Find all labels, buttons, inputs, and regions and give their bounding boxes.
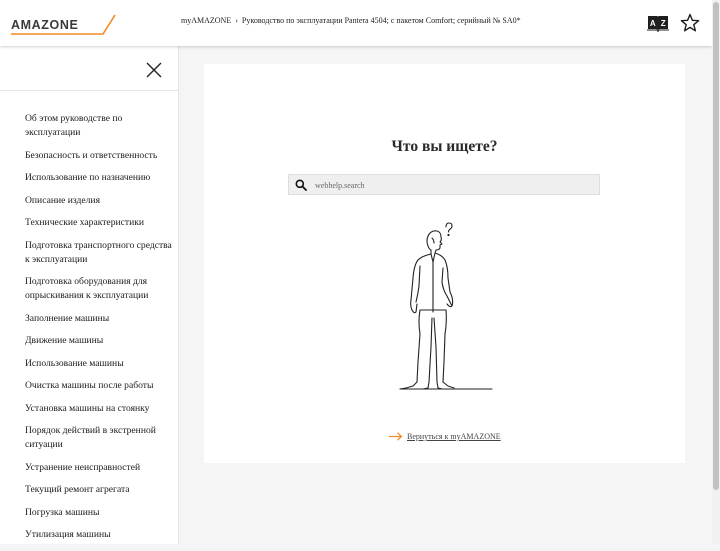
breadcrumb-current: Руководство по эксплуатации Pantera 4504… bbox=[241, 16, 521, 25]
sidebar-item-emergency[interactable]: Порядок действий в экстренной ситуации bbox=[25, 424, 173, 452]
sidebar-item-about-manual[interactable]: Об этом руководстве по эксплуатации bbox=[25, 112, 173, 140]
close-icon[interactable] bbox=[145, 61, 163, 79]
arrow-right-icon bbox=[389, 432, 403, 441]
svg-text:Z: Z bbox=[661, 19, 666, 28]
sidebar-item-filling[interactable]: Заполнение машины bbox=[25, 312, 173, 326]
page-scrollbar[interactable] bbox=[712, 0, 720, 544]
search-input[interactable] bbox=[313, 177, 597, 194]
sidebar-item-using-machine[interactable]: Использование машины bbox=[25, 357, 173, 371]
sidebar-item-product-description[interactable]: Описание изделия bbox=[25, 194, 173, 208]
sidebar-item-loading[interactable]: Погрузка машины bbox=[25, 506, 173, 520]
amazone-logo[interactable]: AMAZONE bbox=[11, 13, 117, 35]
sidebar-item-troubleshooting[interactable]: Устранение неисправностей bbox=[25, 461, 173, 475]
sidebar-divider bbox=[0, 90, 178, 91]
svg-text:A: A bbox=[650, 19, 656, 28]
breadcrumb: myAMAZONE › Руководство по эксплуатации … bbox=[181, 16, 521, 25]
thinking-man-illustration-icon bbox=[399, 222, 493, 390]
back-to-myamazone-link[interactable]: Вернуться к myAMAZONE bbox=[389, 432, 501, 441]
sidebar-item-intended-use[interactable]: Использование по назначению bbox=[25, 171, 173, 185]
search-card: Что вы ищете? webhelp.search Вернуться к… bbox=[204, 64, 685, 463]
sidebar-item-vehicle-preparation[interactable]: Подготовка транспортного средства к эксп… bbox=[25, 239, 173, 267]
sidebar-item-driving[interactable]: Движение машины bbox=[25, 334, 173, 348]
dictionary-az-icon[interactable]: A Z bbox=[647, 13, 669, 33]
page-title: Что вы ищете? bbox=[391, 138, 498, 155]
back-link-label: Вернуться к myAMAZONE bbox=[407, 432, 501, 441]
sidebar-item-parking[interactable]: Установка машины на стоянку bbox=[25, 402, 173, 416]
scrollbar-thumb[interactable] bbox=[713, 2, 719, 490]
sidebar-item-disposal[interactable]: Утилизация машины bbox=[25, 528, 173, 542]
logo-swoosh-icon bbox=[11, 14, 116, 35]
sidebar-item-technical-data[interactable]: Технические характеристики bbox=[25, 216, 173, 230]
sidebar-item-maintenance[interactable]: Текущий ремонт агрегата bbox=[25, 483, 173, 497]
top-header: AMAZONE myAMAZONE › Руководство по экспл… bbox=[0, 0, 712, 46]
sidebar-nav-list: Об этом руководстве по эксплуатации Безо… bbox=[25, 112, 173, 551]
breadcrumb-home-link[interactable]: myAMAZONE bbox=[181, 16, 231, 25]
breadcrumb-separator: › bbox=[235, 16, 238, 25]
star-icon[interactable] bbox=[679, 13, 701, 33]
sidebar-item-sprayer-preparation[interactable]: Подготовка оборудования для опрыскивания… bbox=[25, 275, 173, 303]
sidebar-item-cleaning[interactable]: Очистка машины после работы bbox=[25, 379, 173, 393]
sidebar: Об этом руководстве по эксплуатации Безо… bbox=[0, 46, 179, 544]
search-icon[interactable] bbox=[295, 179, 307, 191]
search-box[interactable] bbox=[288, 174, 600, 195]
sidebar-item-safety[interactable]: Безопасность и ответственность bbox=[25, 149, 173, 163]
